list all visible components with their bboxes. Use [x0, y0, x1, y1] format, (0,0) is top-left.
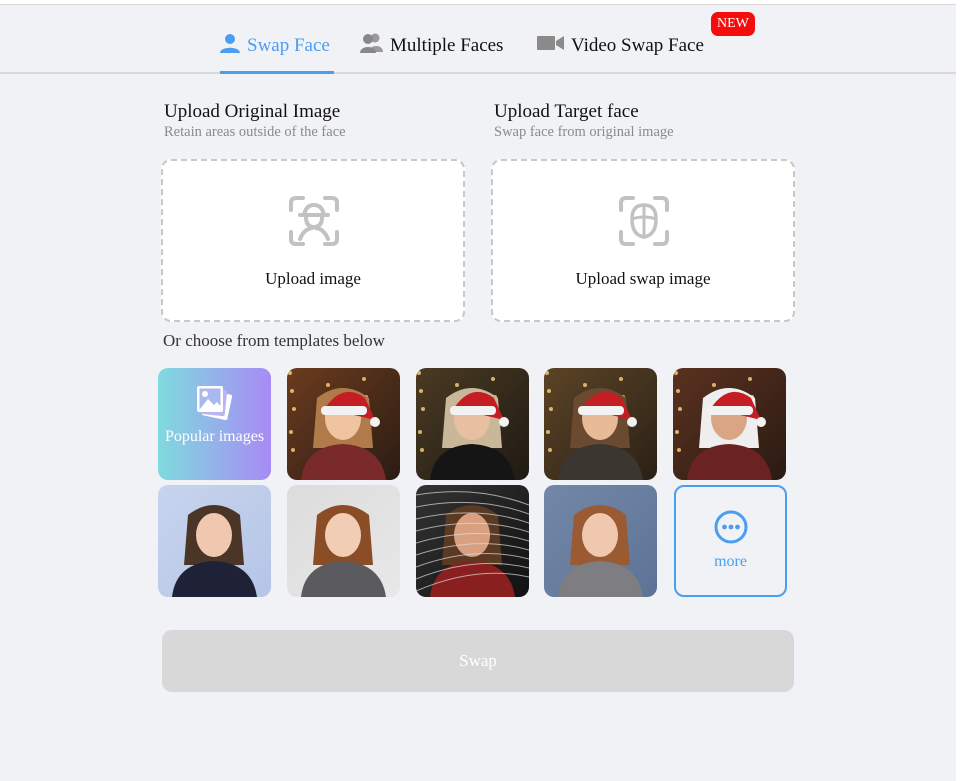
upload-target-dropzone[interactable]: Upload swap image [491, 159, 795, 322]
face-scan-icon [289, 196, 339, 246]
upload-original-title: Upload Original Image [164, 101, 341, 122]
upload-target-title: Upload Target face [494, 101, 639, 122]
tab-multiple-faces[interactable]: Multiple Faces [360, 31, 503, 61]
tab-label: Swap Face [247, 35, 330, 56]
swap-button[interactable]: Swap [162, 630, 794, 692]
template-image[interactable] [416, 368, 529, 480]
portrait-image [544, 368, 657, 480]
users-icon [360, 32, 384, 60]
new-badge: NEW [711, 12, 755, 36]
portrait-image [287, 485, 400, 597]
page: Swap Face Multiple Faces Video Swap Face… [0, 4, 956, 781]
portrait-image [416, 368, 529, 480]
upload-target-subtitle: Swap face from original image [494, 124, 674, 140]
video-camera-icon [537, 34, 565, 58]
template-image[interactable] [544, 368, 657, 480]
template-image[interactable] [158, 485, 271, 597]
image-stack-icon [197, 386, 233, 421]
template-image[interactable] [416, 485, 529, 597]
portrait-image [673, 368, 786, 480]
template-image[interactable] [287, 368, 400, 480]
tab-label: Multiple Faces [390, 35, 504, 56]
upload-original-subtitle: Retain areas outside of the face [164, 124, 346, 140]
user-icon [219, 32, 241, 60]
upload-original-dropzone[interactable]: Upload image [161, 159, 465, 322]
portrait-image [544, 485, 657, 597]
tab-swap-face[interactable]: Swap Face [219, 31, 330, 61]
active-tab-indicator [220, 71, 334, 74]
popular-images-tile[interactable]: Popular images [158, 368, 271, 480]
upload-image-button[interactable]: Upload image [163, 269, 463, 289]
template-image[interactable] [544, 485, 657, 597]
popular-images-label: Popular images [164, 428, 265, 445]
portrait-image [287, 368, 400, 480]
portrait-image [158, 485, 271, 597]
template-image[interactable] [673, 368, 786, 480]
upload-target-section: Upload Target face Swap face from origin… [491, 100, 795, 322]
face-mesh-scan-icon [619, 196, 669, 246]
tab-label: Video Swap Face [571, 35, 704, 56]
upload-swap-image-button[interactable]: Upload swap image [493, 269, 793, 289]
template-image[interactable] [287, 485, 400, 597]
upload-original-section: Upload Original Image Retain areas outsi… [161, 100, 465, 322]
tab-video-swap-face[interactable]: Video Swap Face [537, 31, 704, 61]
more-templates-button[interactable]: more [674, 485, 787, 597]
templates-label: Or choose from templates below [163, 331, 385, 350]
portrait-image [416, 485, 529, 597]
tab-bar: Swap Face Multiple Faces Video Swap Face… [0, 5, 956, 74]
more-label: more [714, 553, 747, 570]
more-dots-icon [714, 510, 748, 544]
